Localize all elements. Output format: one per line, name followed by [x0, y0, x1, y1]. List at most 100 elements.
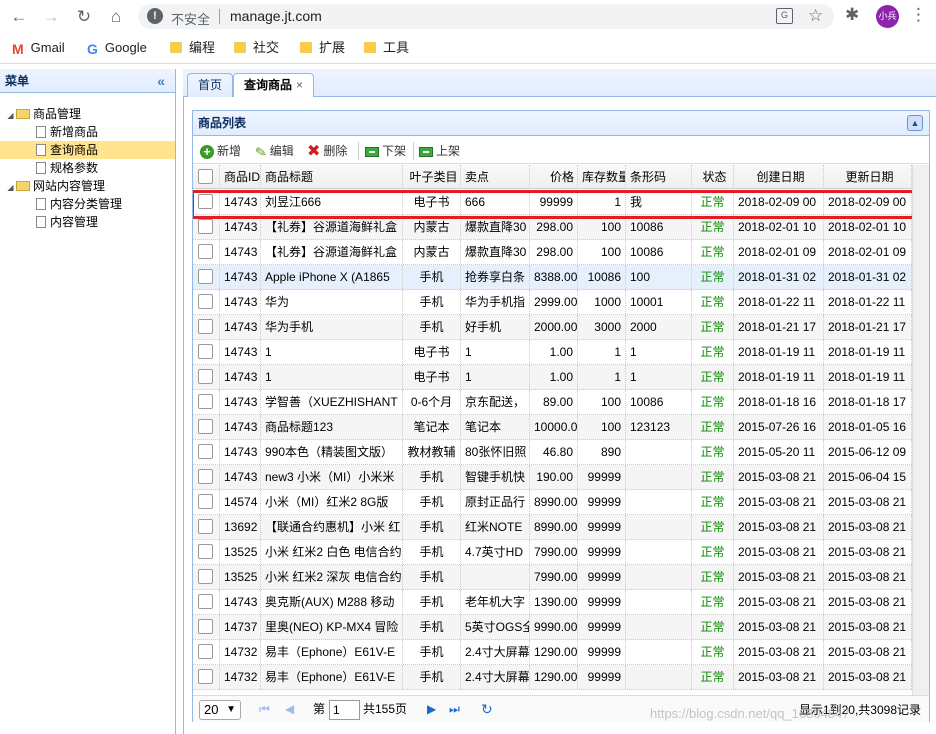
tree-item-content-category[interactable]: 内容分类管理	[0, 195, 175, 213]
bookmark-google[interactable]: G Google	[87, 39, 147, 57]
table-row[interactable]: 14732 易丰（Ephone）E61V-E 手机 2.4寸大屏幕 1290.00 999…	[193, 640, 912, 665]
row-checkbox[interactable]	[198, 219, 213, 234]
collapse-panel-icon[interactable]: ▲	[907, 115, 923, 131]
table-row[interactable]: 14743 1 电子书 1 1.00 1 1 正常 2018-01-19 11 2018-01-1…	[193, 365, 912, 390]
table-row[interactable]: 14743 Apple iPhone X (A1865 手机 抢券享白条 8388.00…	[193, 265, 912, 290]
tree-item-spec-params[interactable]: 规格参数	[0, 159, 175, 177]
add-label: 新增	[217, 144, 242, 158]
cell-id: 13525	[220, 565, 261, 589]
tree-group-content[interactable]: ◢ 网站内容管理	[0, 177, 175, 195]
last-page-icon[interactable]: ⏭	[449, 701, 460, 717]
bookmark-gmail[interactable]: M Gmail	[12, 39, 65, 57]
tab-home[interactable]: 首页	[187, 73, 234, 98]
row-checkbox[interactable]	[198, 294, 213, 309]
column-header[interactable]: 状态	[692, 165, 734, 189]
row-checkbox[interactable]	[198, 519, 213, 534]
row-checkbox[interactable]	[198, 344, 213, 359]
address-bar[interactable]: ! 不安全 manage.jt.com G ☆	[138, 4, 834, 29]
bookmark-folder-1[interactable]: 编程	[170, 39, 215, 57]
translate-icon[interactable]: G	[776, 8, 793, 24]
row-checkbox[interactable]	[198, 544, 213, 559]
more-menu-icon[interactable]: ⋮	[910, 5, 927, 25]
bookmark-folder-2[interactable]: 社交	[234, 39, 279, 57]
row-checkbox[interactable]	[198, 594, 213, 609]
reload-icon[interactable]: ↻	[73, 6, 95, 28]
column-header[interactable]: 卖点	[461, 165, 530, 189]
column-header[interactable]: 条形码	[626, 165, 692, 189]
tab-query-goods[interactable]: 查询商品 ×	[233, 73, 315, 98]
collapse-left-icon[interactable]: «	[157, 69, 165, 93]
table-row[interactable]: 14743 new3 小米（MI）小米米 手机 智键手机快 190.00 99999 正常 2…	[193, 465, 912, 490]
vertical-scrollbar[interactable]	[912, 165, 929, 695]
column-header[interactable]: 更新日期	[824, 165, 912, 189]
forward-arrow-icon[interactable]: →	[40, 6, 62, 28]
refresh-icon[interactable]: ↻	[481, 701, 493, 717]
edit-button[interactable]: ✎ 编辑	[254, 142, 294, 161]
row-checkbox[interactable]	[198, 494, 213, 509]
row-checkbox[interactable]	[198, 269, 213, 284]
profile-avatar[interactable]: 小兵	[876, 5, 899, 28]
row-checkbox[interactable]	[198, 419, 213, 434]
offshelf-button[interactable]: 下架	[365, 142, 406, 160]
table-row[interactable]: 14743 学智善（XUEZHISHANT 0-6个月 京东配送， 89.00 100 10…	[193, 390, 912, 415]
table-row[interactable]: 14743 华为 手机 华为手机指 2999.00 1000 10001 正常 2018-01-…	[193, 290, 912, 315]
column-header[interactable]: 叶子类目	[403, 165, 461, 189]
extensions-puzzle-icon[interactable]: ✱	[845, 5, 859, 25]
url-text[interactable]: manage.jt.com	[230, 8, 322, 24]
row-checkbox[interactable]	[198, 444, 213, 459]
bookmark-label: 社交	[253, 40, 280, 55]
table-row[interactable]: 14743 刘昱江666 电子书 666 99999 1 我正常 2018-02-09 00 2…	[193, 190, 912, 215]
next-page-icon[interactable]: ▶	[427, 701, 436, 717]
tree-group-goods[interactable]: ◢ 商品管理	[0, 105, 175, 123]
table-row[interactable]: 13525 小米 红米2 深灰 电信合约 手机 7990.00 99999 正常 2015-…	[193, 565, 912, 590]
tree-item-query-goods[interactable]: 查询商品	[0, 141, 175, 159]
first-page-icon[interactable]: ⏮	[259, 701, 270, 717]
row-checkbox[interactable]	[198, 319, 213, 334]
table-row[interactable]: 14732 易丰（Ephone）E61V-E 手机 2.4寸大屏幕 1290.00 999…	[193, 665, 912, 690]
row-checkbox[interactable]	[198, 619, 213, 634]
table-row[interactable]: 14743 商品标题123 笔记本 笔记本 10000.0 100 123123 正常 2015…	[193, 415, 912, 440]
row-checkbox[interactable]	[198, 469, 213, 484]
table-row[interactable]: 14737 里奥(NEO) KP-MX4 冒险 手机 5英寸OGS全 9990.00 99…	[193, 615, 912, 640]
column-header[interactable]: 库存数量	[578, 165, 626, 189]
row-checkbox[interactable]	[198, 244, 213, 259]
table-row[interactable]: 14743 【礼券】谷源道海鲜礼盒 内蒙古 爆款直降30 298.00 100 10086 正…	[193, 215, 912, 240]
prev-page-icon[interactable]: ◀	[285, 701, 294, 717]
column-header[interactable]: 商品ID	[220, 165, 261, 189]
table-row[interactable]: 13525 小米 红米2 白色 电信合约 手机 4.7英寸HD 7990.00 99999…	[193, 540, 912, 565]
panel-title: 商品列表	[198, 116, 247, 130]
toolbar-divider	[358, 142, 359, 160]
table-row[interactable]: 14743 1 电子书 1 1.00 1 1 正常 2018-01-19 11 2018-01-1…	[193, 340, 912, 365]
row-checkbox[interactable]	[198, 394, 213, 409]
column-header[interactable]: 创建日期	[734, 165, 824, 189]
page-size-select[interactable]: 20 ▼	[199, 700, 241, 720]
row-checkbox[interactable]	[198, 644, 213, 659]
tree-item-content-manage[interactable]: 内容管理	[0, 213, 175, 231]
column-header[interactable]: 商品标题	[261, 165, 403, 189]
table-row[interactable]: 14743 990本色（精装图文版） 教材教辅 80张怀旧照 46.80 890 正常 201…	[193, 440, 912, 465]
warning-icon[interactable]: !	[147, 8, 163, 24]
table-row[interactable]: 14743 【礼券】谷源道海鲜礼盒 内蒙古 爆款直降30 298.00 100 10086 正…	[193, 240, 912, 265]
table-row[interactable]: 14743 华为手机 手机 好手机 2000.00 3000 2000 正常 2018-01-2…	[193, 315, 912, 340]
column-header[interactable]: 价格	[530, 165, 578, 189]
row-checkbox[interactable]	[198, 194, 213, 209]
bookmark-star-icon[interactable]: ☆	[808, 6, 823, 26]
add-button[interactable]: + 新增	[200, 142, 241, 160]
row-checkbox[interactable]	[198, 669, 213, 684]
goods-grid: 商品ID 商品标题 叶子类目 卖点 价格 库存数量 条形码 状态 创建日期 更新日期 14743 刘…	[193, 165, 912, 695]
row-checkbox[interactable]	[198, 569, 213, 584]
home-icon[interactable]: ⌂	[105, 6, 127, 28]
onshelf-button[interactable]: 上架	[419, 142, 460, 160]
delete-button[interactable]: ✖ 删除	[307, 142, 347, 160]
back-arrow-icon[interactable]: ←	[8, 6, 30, 28]
table-row[interactable]: 14743 奥克斯(AUX) M288 移动 手机 老年机大字 1390.00 99999…	[193, 590, 912, 615]
close-icon[interactable]: ×	[296, 78, 303, 92]
select-all-checkbox[interactable]	[198, 169, 213, 184]
bookmark-folder-4[interactable]: 工具	[364, 39, 409, 57]
table-row[interactable]: 14574 小米（MI）红米2 8G版 手机 原封正品行 8990.00 99999 正常 2…	[193, 490, 912, 515]
table-row[interactable]: 13692 【联通合约惠机】小米 红手机 红米NOTE 8990.00 99999 正常 2…	[193, 515, 912, 540]
bookmark-folder-3[interactable]: 扩展	[300, 39, 345, 57]
page-number-input[interactable]	[329, 700, 360, 720]
tree-item-add-goods[interactable]: 新增商品	[0, 123, 175, 141]
row-checkbox[interactable]	[198, 369, 213, 384]
